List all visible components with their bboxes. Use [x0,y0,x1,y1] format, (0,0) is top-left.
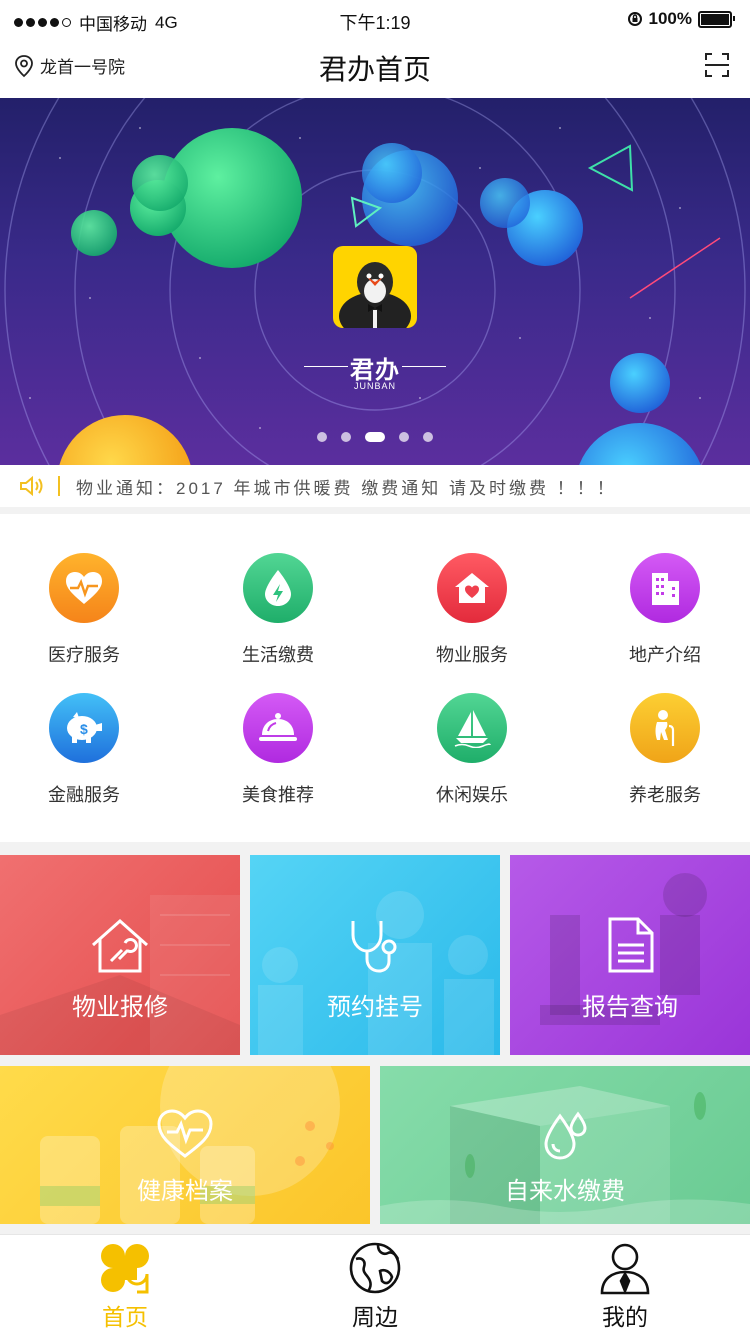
brand-logo-text: 君办 JUNBAN [300,350,450,391]
service-label: 美食推荐 [242,785,314,805]
service-item-elderly[interactable]: 养老服务 [585,693,745,807]
clover-home-icon [101,1244,149,1294]
house-heart-icon [437,553,507,623]
house-wrench-icon [92,918,148,973]
scan-icon [705,53,729,77]
tile-property-repair[interactable]: 物业报修 [0,855,240,1055]
carousel-pager [0,432,750,442]
notice-bar[interactable]: 物业通知：2017 年城市供暖费 缴费通知 请及时缴费 ！！！ [0,465,750,507]
service-item-real-estate[interactable]: 地产介绍 [585,553,745,667]
tab-home[interactable]: 首页 [65,1241,185,1332]
service-item-food[interactable]: 美食推荐 [198,693,358,807]
tile-label: 报告查询 [582,994,678,1021]
service-label: 医疗服务 [48,645,120,665]
pager-dot[interactable] [423,432,433,442]
tile-label: 健康档案 [137,1178,233,1205]
service-item-medical[interactable]: 医疗服务 [4,553,164,667]
food-cloche-icon [243,693,313,763]
tile-water-bill[interactable]: 自来水缴费 [380,1066,750,1224]
heart-pulse-icon [157,1109,213,1158]
brand-name-en: JUNBAN [353,381,396,391]
tile-label: 自来水缴费 [505,1178,625,1205]
svg-text:$: $ [80,721,88,737]
service-item-property[interactable]: 物业服务 [392,553,552,667]
tab-bar: 首页 周边 我的 [0,1234,750,1335]
service-grid: 医疗服务 生活缴费 物业服务 地产介绍 $ 金融服务 美食推荐 休闲娱乐 养老服… [0,514,750,842]
tile-label: 物业报修 [72,994,168,1021]
notice-divider [58,476,60,496]
water-drops-icon [544,1111,587,1160]
globe-icon [349,1242,401,1294]
banner-carousel[interactable]: 君办 JUNBAN [0,98,750,465]
notice-text: 物业通知：2017 年城市供暖费 缴费通知 请及时缴费 ！！！ [76,478,617,498]
service-label: 金融服务 [48,785,120,805]
stethoscope-icon [351,921,397,973]
sailboat-icon [437,693,507,763]
heartbeat-icon [49,553,119,623]
piggy-bank-icon: $ [49,693,119,763]
speaker-icon [20,475,43,497]
tile-label: 预约挂号 [327,994,423,1021]
building-icon [630,553,700,623]
service-label: 地产介绍 [629,645,701,665]
tab-mine[interactable]: 我的 [565,1241,685,1332]
pager-dot[interactable] [399,432,409,442]
tile-health-record[interactable]: 健康档案 [0,1066,370,1224]
pager-dot[interactable] [341,432,351,442]
service-label: 物业服务 [436,645,508,665]
pager-dot-active[interactable] [365,432,385,442]
tile-report-query[interactable]: 报告查询 [510,855,750,1055]
battery-percent: 100% [648,9,692,28]
rotation-lock-icon [627,12,642,26]
brand-name-cn: 君办 [350,357,400,384]
tab-label: 周边 [352,1304,398,1330]
pager-dot[interactable] [317,432,327,442]
nav-bar: 龙首一号院 君办首页 [0,40,750,98]
tile-appointment[interactable]: 预约挂号 [250,855,500,1055]
status-bar: 中国移动 4G 下午1:19 100% [0,0,750,40]
water-drop-icon [243,553,313,623]
service-item-utility[interactable]: 生活缴费 [198,553,358,667]
service-label: 生活缴费 [242,645,314,665]
tab-label: 我的 [602,1304,648,1330]
elderly-icon [630,693,700,763]
page-title: 君办首页 [318,54,431,85]
user-icon [600,1243,650,1295]
service-label: 养老服务 [629,785,701,805]
service-label: 休闲娱乐 [436,785,508,805]
service-item-leisure[interactable]: 休闲娱乐 [392,693,552,807]
tab-nearby[interactable]: 周边 [315,1241,435,1332]
app-logo [333,246,417,328]
scan-button[interactable] [704,52,730,83]
battery-icon [698,10,735,28]
service-item-finance[interactable]: $ 金融服务 [4,693,164,807]
document-icon [608,917,654,973]
tab-label: 首页 [102,1304,148,1330]
